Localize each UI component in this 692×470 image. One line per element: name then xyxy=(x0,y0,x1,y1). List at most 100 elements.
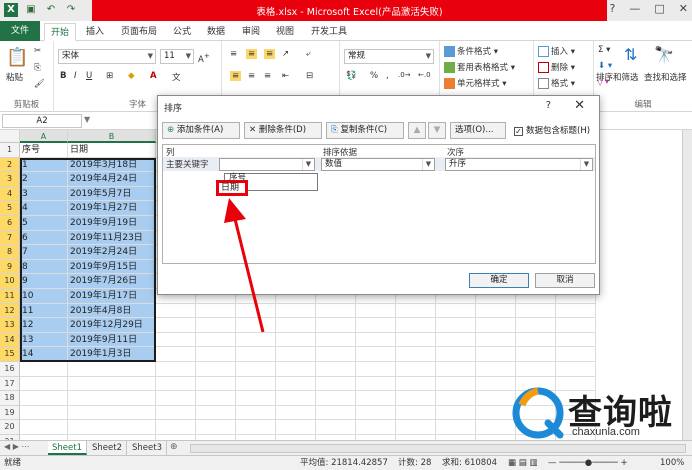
cell-d19[interactable] xyxy=(196,405,236,421)
cell-l12[interactable] xyxy=(516,303,556,319)
cell-b16[interactable] xyxy=(68,362,156,377)
row-header-5[interactable]: 5 xyxy=(0,201,20,216)
decrease-decimal-icon[interactable]: ←.0 xyxy=(418,71,431,79)
cell-f12[interactable] xyxy=(276,303,316,319)
cell-d14[interactable] xyxy=(196,332,236,348)
cell-e20[interactable] xyxy=(236,420,276,435)
border-icon[interactable]: ⊞ xyxy=(106,71,113,81)
cell-d17[interactable] xyxy=(196,376,236,392)
cell-f17[interactable] xyxy=(276,376,316,392)
percent-button[interactable]: % xyxy=(370,71,378,81)
bold-button[interactable]: B xyxy=(60,71,66,81)
cell-e19[interactable] xyxy=(236,405,276,421)
align-middle-icon[interactable]: ≡ xyxy=(246,49,258,59)
cell-l13[interactable] xyxy=(516,318,556,333)
cell-g18[interactable] xyxy=(316,391,356,406)
cell-h15[interactable] xyxy=(356,347,396,362)
tab-view[interactable]: 视图 xyxy=(276,23,294,41)
tab-page-layout[interactable]: 页面布局 xyxy=(121,23,157,41)
align-right-icon[interactable]: ≡ xyxy=(264,71,271,81)
number-format-select[interactable]: 常规 ▼ xyxy=(344,49,434,64)
redo-icon[interactable]: ↷ xyxy=(64,3,78,17)
cell-i16[interactable] xyxy=(396,362,436,377)
cell-e15[interactable] xyxy=(236,347,276,362)
sheet-nav-icon[interactable]: ◀ ▶ ⋯ xyxy=(4,442,29,451)
cell-a1[interactable]: 序号 xyxy=(20,143,68,158)
find-select-button[interactable]: 查找和选择 xyxy=(644,71,687,83)
tab-insert[interactable]: 插入 xyxy=(86,23,104,41)
header-checkbox[interactable]: ✓ 数据包含标题(H) xyxy=(514,124,590,136)
cell-f13[interactable] xyxy=(276,318,316,333)
cell-h17[interactable] xyxy=(356,376,396,392)
conditional-format-button[interactable]: 条件格式 ▾ xyxy=(444,45,498,57)
cell-b20[interactable] xyxy=(68,420,156,435)
move-down-icon[interactable]: ▼ xyxy=(428,122,446,139)
cell-k14[interactable] xyxy=(476,332,516,348)
cell-g14[interactable] xyxy=(316,332,356,348)
cell-h13[interactable] xyxy=(356,318,396,333)
column-header-b[interactable]: B xyxy=(68,130,156,143)
table-format-button[interactable]: 套用表格格式 ▾ xyxy=(444,61,515,73)
cell-d20[interactable] xyxy=(196,420,236,435)
wrap-text-icon[interactable]: ⤶ xyxy=(306,49,311,59)
cell-c18[interactable] xyxy=(156,391,196,406)
paste-button[interactable]: 粘贴 xyxy=(6,71,23,83)
fill-color-icon[interactable]: ◆ xyxy=(128,71,135,81)
cell-f16[interactable] xyxy=(276,362,316,377)
name-box-dropdown-icon[interactable]: ▼ xyxy=(84,115,90,124)
cell-c15[interactable] xyxy=(156,347,196,362)
cell-e18[interactable] xyxy=(236,391,276,406)
cell-d16[interactable] xyxy=(196,362,236,377)
cell-h16[interactable] xyxy=(356,362,396,377)
cell-k12[interactable] xyxy=(476,303,516,319)
accounting-format-icon[interactable]: 💱 xyxy=(346,71,357,81)
cell-c12[interactable] xyxy=(156,303,196,319)
find-select-icon[interactable]: 🔭 xyxy=(654,45,674,64)
view-mode-icons[interactable]: ▦ ▤ ▥ xyxy=(508,456,538,470)
cell-k13[interactable] xyxy=(476,318,516,333)
cell-style-button[interactable]: 单元格样式 ▾ xyxy=(444,77,506,89)
cell-m15[interactable] xyxy=(556,347,596,362)
fill-icon[interactable]: ⬇ ▾ xyxy=(598,61,612,71)
cell-c13[interactable] xyxy=(156,318,196,333)
horizontal-scrollbar[interactable] xyxy=(190,444,686,453)
maximize-button[interactable]: □ xyxy=(654,2,664,15)
cell-d18[interactable] xyxy=(196,391,236,406)
cell-g15[interactable] xyxy=(316,347,356,362)
row-header-13[interactable]: 13 xyxy=(0,318,20,333)
tab-formulas[interactable]: 公式 xyxy=(173,23,191,41)
grow-font-icon[interactable]: A+ xyxy=(198,51,210,65)
sort-on-select[interactable]: 数值 ▼ xyxy=(321,158,435,171)
cell-h20[interactable] xyxy=(356,420,396,435)
cell-c14[interactable] xyxy=(156,332,196,348)
cell-d15[interactable] xyxy=(196,347,236,362)
row-header-10[interactable]: 10 xyxy=(0,274,20,289)
cell-f18[interactable] xyxy=(276,391,316,406)
cell-d12[interactable] xyxy=(196,303,236,319)
cell-e17[interactable] xyxy=(236,376,276,392)
cell-g13[interactable] xyxy=(316,318,356,333)
cell-f14[interactable] xyxy=(276,332,316,348)
cell-c17[interactable] xyxy=(156,376,196,392)
move-up-icon[interactable]: ▲ xyxy=(408,122,426,139)
cell-i19[interactable] xyxy=(396,405,436,421)
cell-f20[interactable] xyxy=(276,420,316,435)
insert-cells-button[interactable]: 插入 ▾ xyxy=(538,45,575,57)
cell-j15[interactable] xyxy=(436,347,476,362)
align-bottom-icon[interactable]: ≡ xyxy=(264,49,276,59)
cell-c16[interactable] xyxy=(156,362,196,377)
delete-level-button[interactable]: ✕ 删除条件(D) xyxy=(244,122,322,139)
cell-m13[interactable] xyxy=(556,318,596,333)
order-dropdown-icon[interactable]: ▼ xyxy=(580,159,592,170)
row-header-6[interactable]: 6 xyxy=(0,216,20,231)
cell-m16[interactable] xyxy=(556,362,596,377)
cell-j16[interactable] xyxy=(436,362,476,377)
cell-a16[interactable] xyxy=(20,362,68,377)
cell-a19[interactable] xyxy=(20,405,68,421)
cell-j17[interactable] xyxy=(436,376,476,392)
tab-file[interactable]: 文件 xyxy=(0,21,40,41)
tab-data[interactable]: 数据 xyxy=(207,23,225,41)
comma-button[interactable]: , xyxy=(386,71,389,81)
row-header-19[interactable]: 19 xyxy=(0,405,20,421)
cell-b17[interactable] xyxy=(68,376,156,392)
